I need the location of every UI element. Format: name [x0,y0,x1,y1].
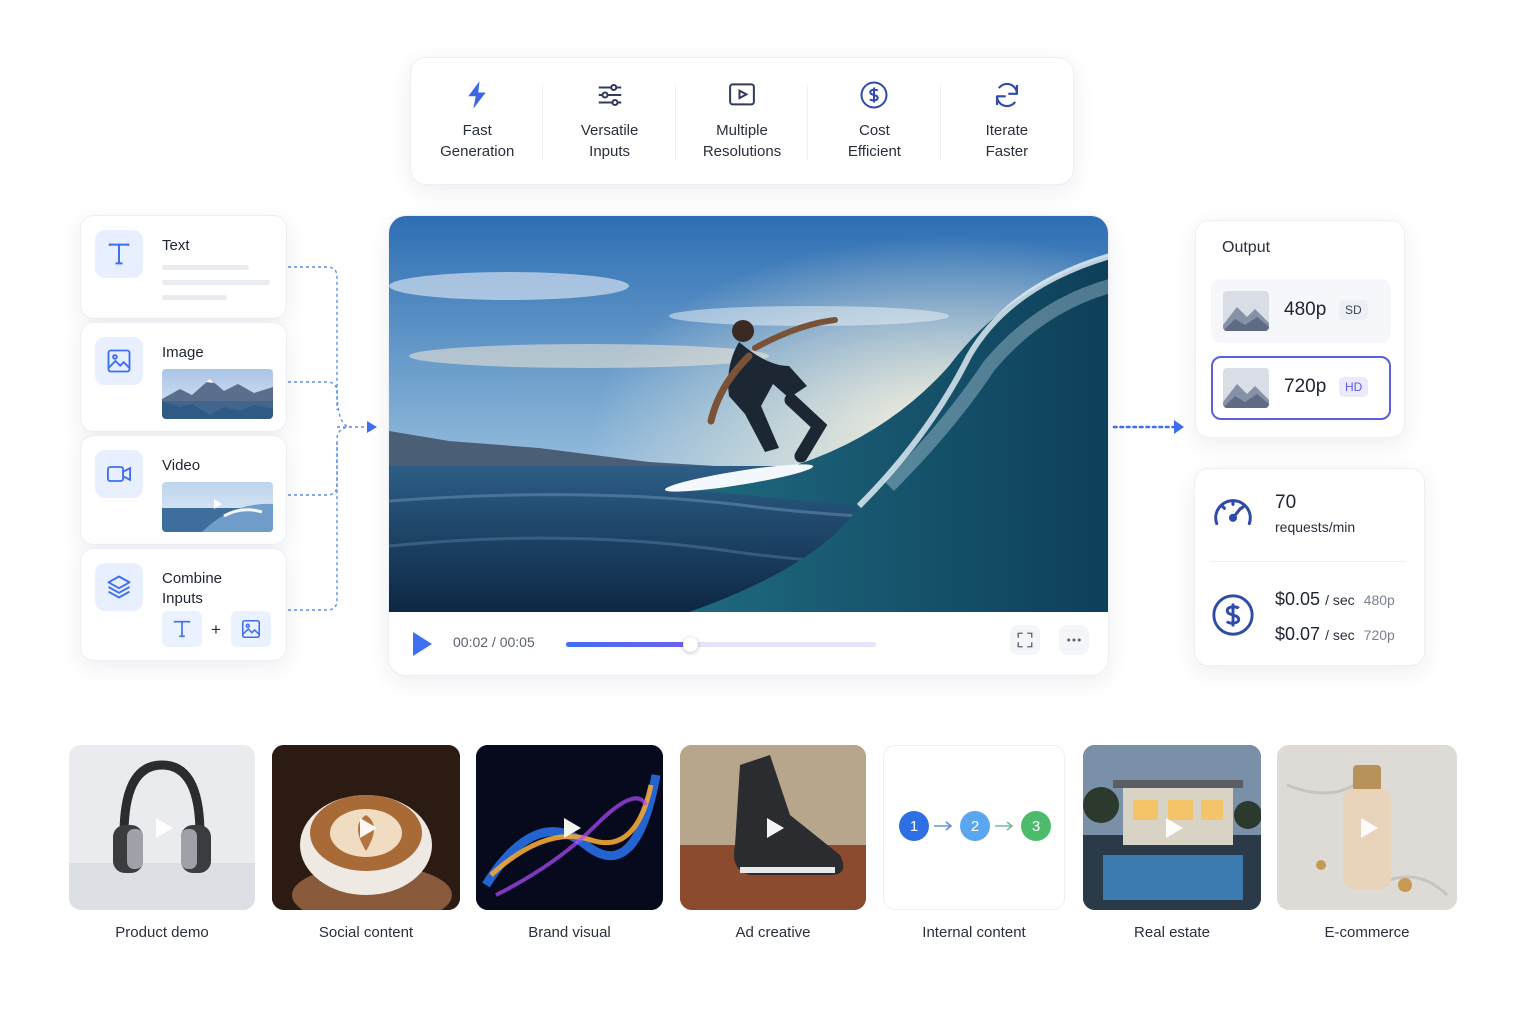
input-connectors [288,266,377,611]
text-placeholder-line [162,265,249,270]
price-amount: $0.07 [1275,624,1321,644]
more-icon[interactable] [1059,625,1089,655]
step-1: 1 [899,811,929,841]
feature-iterate-faster: Iterate Faster [941,58,1073,184]
play-icon[interactable] [156,817,173,838]
use-case-e-commerce[interactable] [1277,745,1457,910]
player-controls: 00:02 / 00:05 [389,612,1108,675]
play-icon[interactable] [563,817,581,838]
video-frame-surfer[interactable] [389,216,1109,612]
image-thumbnail [162,369,273,419]
output-connector [1112,420,1184,434]
play-icon[interactable] [1361,817,1378,838]
output-card: Output 480p SD 720p HD [1195,220,1405,438]
output-title: Output [1222,239,1271,256]
text-icon [162,611,202,647]
input-video-card[interactable]: Video [80,435,287,545]
input-label: Video [162,457,201,474]
price-unit: / sec [1325,627,1355,643]
progress-track[interactable] [566,637,876,652]
resolution-badge: SD [1339,300,1368,320]
feature-versatile-inputs: Versatile Inputs [543,58,677,184]
lightning-icon [468,81,486,109]
use-case-label: Internal content [922,924,1026,941]
input-combine-card[interactable]: Combine Inputs + [80,548,287,661]
mountain-image-icon [1223,368,1269,408]
feature-multiple-resolutions: Multiple Resolutions [676,58,809,184]
use-case-label: Ad creative [735,924,811,941]
arrow-right-icon [995,821,1014,831]
use-case-product-demo[interactable] [69,745,255,910]
mountain-image-icon [1223,291,1269,331]
resolution-option-480p[interactable]: 480p SD [1211,279,1391,343]
price-amount: $0.05 [1275,589,1321,609]
input-label: Image [162,344,204,361]
price-720p: $0.07 / sec 720p [1275,624,1395,645]
dollar-coin-icon [860,81,888,109]
refresh-icon [995,82,1018,108]
use-case-label: Real estate [1134,924,1210,941]
resolution-label: 480p [1284,299,1327,320]
price-480p: $0.05 / sec 480p [1275,589,1395,610]
dollar-coin-icon [1212,594,1254,636]
arrow-head [367,421,377,433]
layers-icon [95,563,143,611]
feature-label: Cost Efficient [847,122,901,160]
price-resolution: 720p [1363,627,1395,643]
use-case-ad-creative[interactable] [680,745,866,910]
use-case-real-estate[interactable] [1083,745,1261,910]
resolution-label: 720p [1284,376,1327,397]
input-label: Text [162,237,190,254]
video-resolution-icon [729,83,755,106]
arrow-right-icon [934,821,953,831]
feature-fast-generation: Fast Generation [411,58,544,184]
price-unit: / sec [1325,592,1355,608]
play-icon[interactable] [767,817,784,838]
image-icon [95,337,143,385]
input-label: Combine Inputs [162,570,223,607]
use-case-internal-content[interactable]: 1 2 3 [883,745,1065,910]
progress-fill [566,642,690,647]
feature-label: Multiple Resolutions [702,122,782,160]
feature-label: Versatile Inputs [580,122,639,160]
image-icon [231,611,271,647]
resolution-option-720p[interactable]: 720p HD [1211,356,1391,420]
feature-bar: Fast Generation Versatile Inputs Multipl… [410,57,1074,185]
feature-label: Iterate Faster [985,122,1029,160]
video-player[interactable]: 00:02 / 00:05 [388,215,1109,676]
play-icon[interactable] [360,817,377,838]
fullscreen-icon[interactable] [1010,625,1040,655]
speedometer-icon [1214,499,1252,526]
sliders-icon [598,84,621,106]
play-icon[interactable] [1166,817,1183,838]
feature-cost-efficient: Cost Efficient [808,58,942,184]
step-2: 2 [960,811,990,841]
price-resolution: 480p [1363,592,1395,608]
use-case-label: E-commerce [1324,924,1410,941]
video-timecode: 00:02 / 00:05 [453,634,535,650]
play-icon[interactable] [411,631,433,657]
requests-per-minute-label: requests/min [1275,519,1356,535]
use-case-label: Brand visual [528,924,611,941]
use-case-label: Product demo [115,924,209,941]
text-placeholder-line [162,280,270,285]
use-case-label: Social content [318,924,414,941]
plus-sign: + [211,620,221,639]
text-placeholder-line [162,295,227,300]
progress-handle[interactable] [683,637,698,652]
text-icon [95,230,143,278]
input-image-card[interactable]: Image [80,322,287,432]
step-3: 3 [1021,811,1051,841]
stats-card: 70 requests/min $0.05 / sec 480p $0.07 /… [1194,468,1425,666]
input-text-card[interactable]: Text [80,215,287,319]
use-case-brand-visual[interactable] [476,745,663,910]
feature-label: Fast Generation [440,122,515,160]
video-thumbnail [162,482,273,532]
resolution-badge: HD [1339,377,1369,397]
divider [1210,561,1406,562]
video-camera-icon [95,450,143,498]
requests-per-minute-value: 70 [1275,492,1297,513]
use-case-social-content[interactable] [272,745,460,910]
